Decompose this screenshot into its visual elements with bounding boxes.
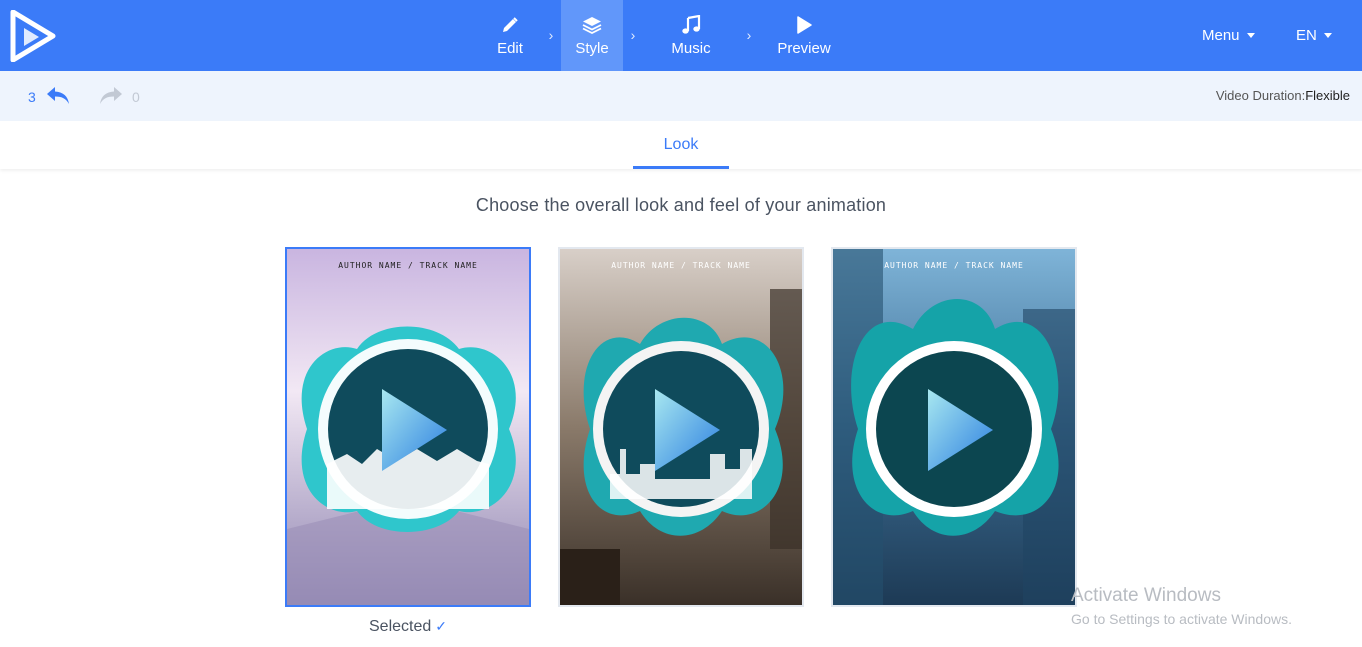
redo-icon[interactable] (96, 84, 124, 108)
step-label: Edit (497, 40, 523, 57)
look-option-1[interactable]: AUTHOR NAME / TRACK NAME (285, 247, 531, 607)
play-icon (793, 14, 815, 36)
step-music[interactable]: Music (643, 0, 739, 71)
chevron-right-icon: › (630, 26, 636, 43)
look-thumbnail-1 (287, 249, 529, 605)
activation-watermark-title: Activate Windows (1071, 585, 1221, 606)
step-edit[interactable]: Edit (479, 0, 541, 71)
layers-icon (581, 14, 603, 36)
menu-label: Menu (1202, 27, 1240, 44)
undo-count: 3 (28, 89, 36, 105)
language-dropdown[interactable]: EN (1296, 0, 1332, 71)
activation-watermark-subtitle: Go to Settings to activate Windows. (1071, 611, 1292, 627)
tab-look[interactable]: Look (633, 121, 729, 169)
step-label: Music (671, 40, 711, 57)
menu-dropdown[interactable]: Menu (1202, 0, 1255, 71)
top-navigation-bar: Edit › Style › Music › Preview Menu EN (0, 0, 1362, 71)
look-caption: AUTHOR NAME / TRACK NAME (338, 261, 478, 270)
pencil-icon (499, 14, 521, 36)
music-note-icon (680, 14, 702, 36)
language-label: EN (1296, 27, 1317, 44)
look-option-3[interactable]: AUTHOR NAME / TRACK NAME (831, 247, 1077, 607)
checkmark-icon: ✓ (435, 618, 447, 634)
duration-value: Flexible (1305, 88, 1350, 103)
tab-bar: Look (0, 121, 1362, 169)
look-caption: AUTHOR NAME / TRACK NAME (611, 261, 751, 270)
look-thumbnail-2 (560, 249, 802, 605)
redo-count: 0 (132, 89, 140, 105)
history-bar: 3 0 Video Duration:Flexible (0, 71, 1362, 121)
look-caption: AUTHOR NAME / TRACK NAME (884, 261, 1024, 270)
selected-text: Selected (369, 618, 432, 635)
step-preview[interactable]: Preview (759, 0, 849, 71)
caret-down-icon (1246, 33, 1255, 38)
step-style[interactable]: Style (561, 0, 623, 71)
look-thumbnail-3 (833, 249, 1075, 605)
caret-down-icon (1323, 33, 1332, 38)
look-option-2[interactable]: AUTHOR NAME / TRACK NAME (558, 247, 804, 607)
step-label: Style (575, 40, 609, 57)
page-headline: Choose the overall look and feel of your… (475, 195, 887, 215)
selected-indicator: Selected ✓ (285, 618, 531, 636)
step-label: Preview (777, 40, 831, 57)
undo-icon[interactable] (45, 84, 73, 108)
chevron-right-icon: › (548, 26, 554, 43)
video-duration: Video Duration:Flexible (1216, 88, 1350, 103)
chevron-right-icon: › (746, 26, 752, 43)
wizard-steps: Edit › Style › Music › Preview (479, 0, 849, 71)
duration-label: Video Duration: (1215, 88, 1306, 103)
app-logo-icon[interactable] (10, 9, 56, 63)
